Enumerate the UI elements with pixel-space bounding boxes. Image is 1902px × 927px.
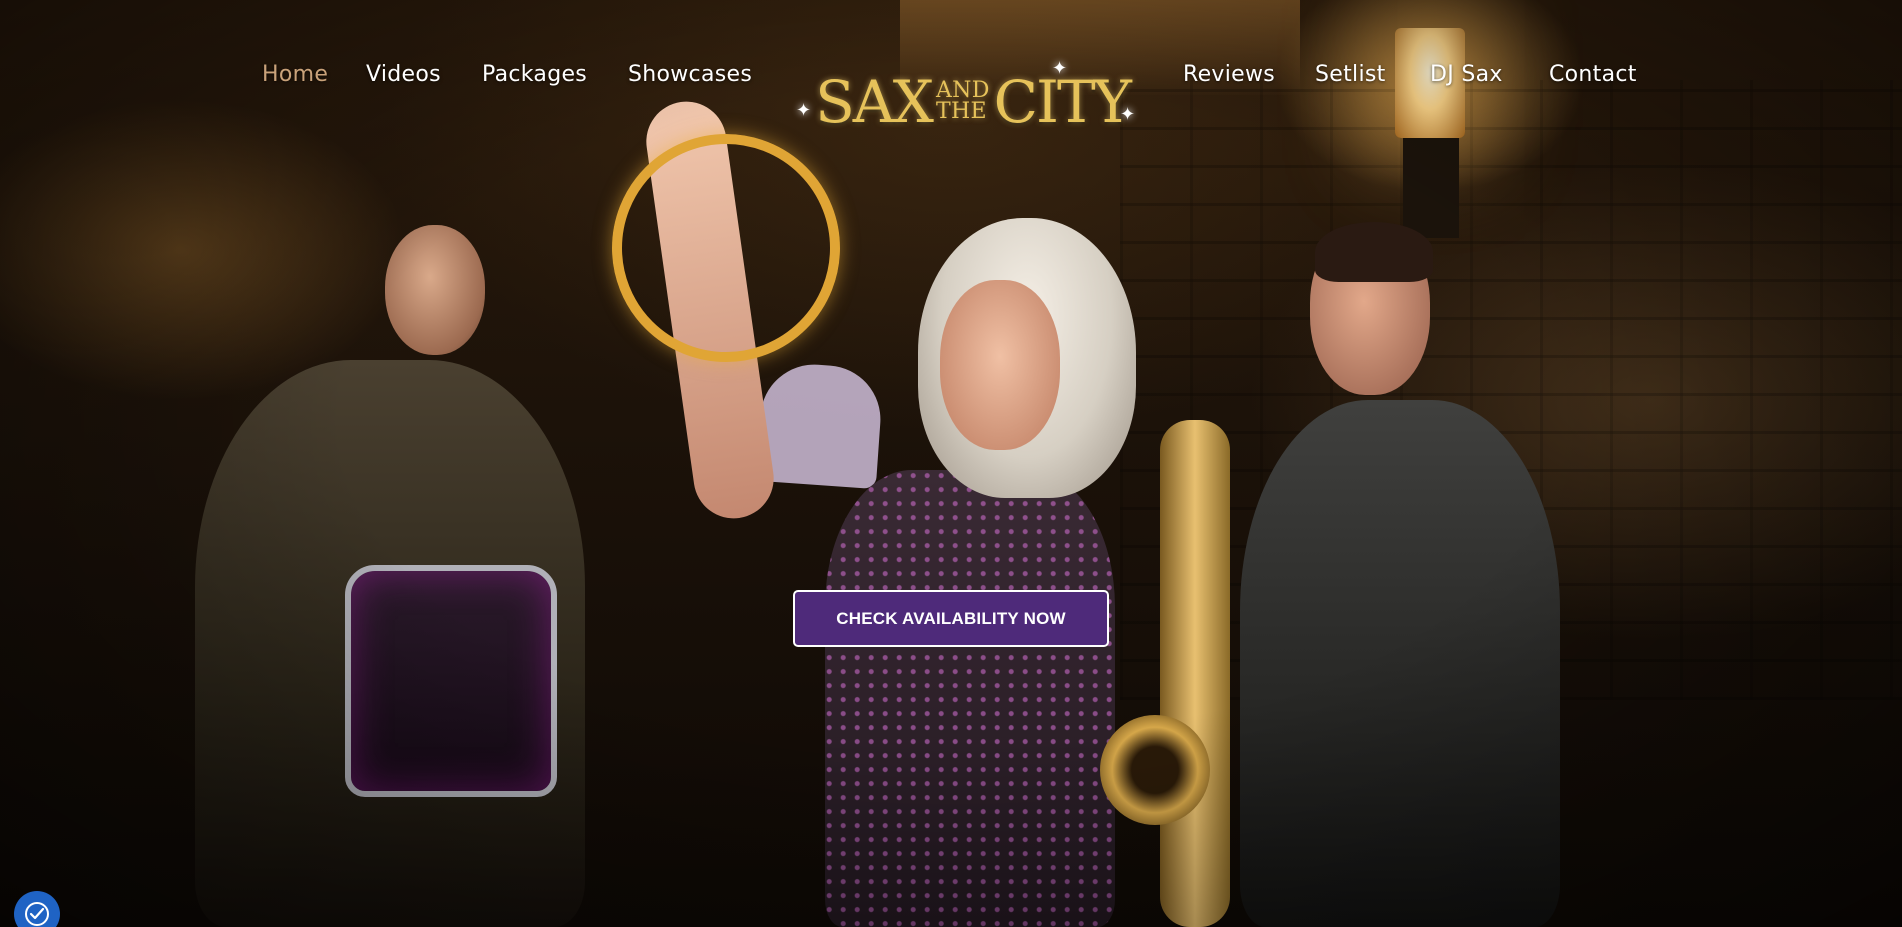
nav-videos[interactable]: Videos: [366, 62, 441, 87]
nav-showcases[interactable]: Showcases: [628, 62, 752, 87]
site-logo[interactable]: SAX AND THE CITY ✦ ✦ ✦: [796, 58, 1145, 142]
nav-contact[interactable]: Contact: [1549, 62, 1637, 87]
logo-and-the: AND THE: [935, 80, 990, 124]
logo-sparkle-icon: ✦: [1052, 58, 1068, 79]
accessibility-icon: [25, 902, 49, 926]
logo-sparkle-icon: ✦: [1120, 104, 1136, 125]
nav-setlist[interactable]: Setlist: [1315, 62, 1386, 87]
logo-sparkle-icon: ✦: [796, 100, 812, 121]
nav-home[interactable]: Home: [262, 62, 328, 87]
main-navigation: Home Videos Packages Showcases SAX AND T…: [0, 0, 1902, 150]
nav-reviews[interactable]: Reviews: [1183, 62, 1275, 87]
logo-the: THE: [935, 99, 987, 124]
check-availability-button[interactable]: CHECK AVAILABILITY NOW: [793, 590, 1109, 647]
logo-sax: SAX: [815, 68, 934, 136]
nav-packages[interactable]: Packages: [482, 62, 587, 87]
nav-dj-sax[interactable]: DJ Sax: [1430, 62, 1503, 87]
hero-section: Home Videos Packages Showcases SAX AND T…: [0, 0, 1902, 927]
logo-city: CITY: [993, 68, 1132, 136]
